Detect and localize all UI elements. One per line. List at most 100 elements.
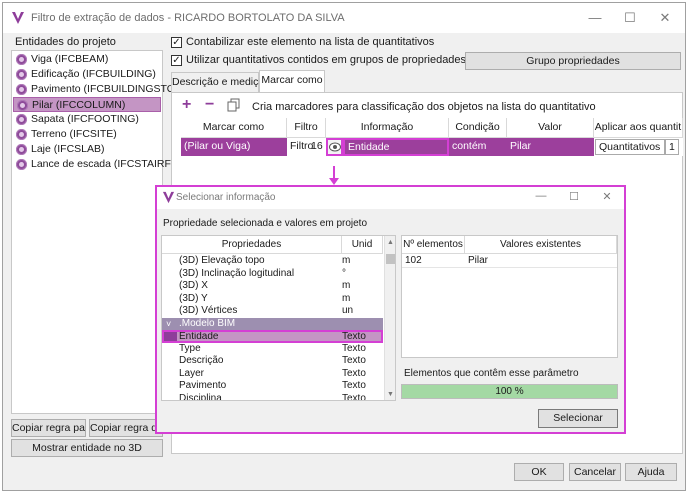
- group-properties-button[interactable]: Grupo propriedades: [465, 52, 681, 70]
- scroll-down-icon[interactable]: ▼: [387, 391, 394, 398]
- entity-label: Laje (IFCSLAB): [31, 143, 105, 155]
- ok-button[interactable]: OK: [514, 463, 564, 481]
- dialog-subtitle: Propriedade selecionada e valores em pro…: [163, 218, 368, 229]
- maximize-button[interactable]: ☐: [621, 9, 639, 27]
- property-name: (3D) Inclinação logitudinal: [179, 267, 295, 279]
- property-name: Type: [179, 342, 201, 354]
- info-picker-button[interactable]: [326, 138, 343, 156]
- mark-as-cell[interactable]: (Pilar ou Viga): [181, 138, 287, 156]
- add-icon[interactable]: +: [182, 97, 196, 113]
- property-row[interactable]: (3D) Inclinação logitudinal °: [162, 268, 383, 281]
- gear-icon: [17, 100, 28, 111]
- marker-description: Cria marcadores para classificação dos o…: [252, 101, 596, 113]
- app-logo-icon: [12, 12, 24, 24]
- dialog-close-button[interactable]: ✕: [600, 190, 614, 203]
- entity-item-viga[interactable]: Viga (IFCBEAM): [13, 52, 161, 67]
- entities-label: Entidades do projeto: [15, 36, 116, 48]
- help-button[interactable]: Ajuda: [625, 463, 677, 481]
- dialog-maximize-button[interactable]: ☐: [567, 190, 581, 203]
- property-unit: Texto: [342, 367, 366, 379]
- property-row[interactable]: Layer Texto: [162, 368, 383, 381]
- app-logo-icon: [162, 191, 175, 204]
- window-title: Filtro de extração de dados - RICARDO BO…: [31, 12, 345, 24]
- entity-label: Viga (IFCBEAM): [31, 53, 109, 65]
- property-unit: m: [342, 292, 351, 304]
- property-name: (3D) X: [179, 280, 208, 291]
- header-properties: Propriedades: [162, 236, 342, 254]
- apply-cell[interactable]: Quantitativos: [595, 139, 665, 155]
- property-row[interactable]: (3D) Vértices un: [162, 305, 383, 318]
- scroll-up-icon[interactable]: ▲: [387, 239, 394, 246]
- entity-label: Terreno (IFCSITE): [31, 128, 117, 140]
- header-filter: Filtro: [287, 118, 326, 138]
- marker-row[interactable]: (Pilar ou Viga) Filtro 16 Entidade conté…: [181, 138, 683, 156]
- header-existing-values: Valores existentes: [465, 236, 617, 254]
- copy-icon[interactable]: [227, 98, 241, 112]
- entity-item-terreno[interactable]: Terreno (IFCSITE): [13, 127, 161, 142]
- property-name: Entidade: [179, 332, 219, 341]
- property-name: (3D) Y: [179, 292, 208, 304]
- header-info: Informação: [326, 118, 449, 138]
- progress-bar: 100 %: [401, 384, 618, 399]
- entity-item-pilar[interactable]: Pilar (IFCCOLUMN): [13, 97, 161, 112]
- groups-checkbox[interactable]: ✓: [171, 55, 182, 66]
- property-unit: m: [342, 255, 351, 266]
- property-unit: Texto: [342, 380, 366, 391]
- property-unit: Texto: [342, 331, 366, 342]
- property-row[interactable]: Type Texto: [162, 343, 383, 356]
- entity-label: Pilar (IFCCOLUMN): [32, 99, 126, 111]
- filter-count: 16: [311, 140, 323, 152]
- gear-icon: [16, 54, 27, 65]
- value-cell[interactable]: Pilar: [507, 138, 594, 156]
- copy-rule-to-button[interactable]: Copiar regra para...: [11, 419, 86, 437]
- gear-icon: [16, 159, 27, 170]
- elements-label: Elementos que contêm esse parâmetro: [404, 368, 579, 379]
- gear-icon: [16, 129, 27, 140]
- count-checkbox[interactable]: ✓: [171, 37, 182, 48]
- property-unit: Texto: [342, 355, 366, 366]
- property-row[interactable]: (3D) X m: [162, 280, 383, 293]
- property-group-row[interactable]: ˅ .Modelo BIM: [162, 317, 383, 331]
- chevron-down-icon[interactable]: ˅: [166, 318, 171, 331]
- entity-item-pavimento[interactable]: Pavimento (IFCBUILDINGSTOREY): [13, 82, 200, 97]
- property-name: Pavimento: [179, 380, 227, 391]
- tab-description[interactable]: Descrição e medição: [171, 72, 270, 92]
- property-row[interactable]: Descrição Texto: [162, 355, 383, 368]
- progress-text: 100 %: [495, 386, 524, 397]
- property-row[interactable]: Pavimento Texto: [162, 380, 383, 393]
- dialog-title: Selecionar informação: [176, 192, 276, 203]
- dialog-minimize-button[interactable]: —: [534, 190, 548, 202]
- entity-item-sapata[interactable]: Sapata (IFCFOOTING): [13, 112, 161, 127]
- info-cell[interactable]: Entidade: [343, 138, 449, 156]
- property-unit: Texto: [342, 342, 366, 354]
- cancel-button[interactable]: Cancelar: [569, 463, 621, 481]
- title-bar: Filtro de extração de dados - RICARDO BO…: [3, 3, 685, 33]
- header-element-count: Nº elementos: [402, 236, 465, 254]
- dialog-title-bar: Selecionar informação — ☐ ✕: [157, 187, 624, 209]
- property-row[interactable]: Disciplina Texto: [162, 393, 383, 401]
- entity-item-edificacao[interactable]: Edificação (IFCBUILDING): [13, 67, 161, 82]
- tab-mark-as[interactable]: Marcar como: [259, 70, 325, 92]
- gear-icon: [16, 114, 27, 125]
- entity-item-laje[interactable]: Laje (IFCSLAB): [13, 142, 161, 157]
- property-name: (3D) Vértices: [179, 305, 238, 316]
- close-button[interactable]: ✕: [656, 9, 674, 27]
- gear-icon: [16, 84, 27, 95]
- remove-icon[interactable]: −: [205, 97, 219, 113]
- show-3d-button[interactable]: Mostrar entidade no 3D: [11, 439, 163, 457]
- properties-grid: Propriedades Unid (3D) Elevação topo m (3…: [161, 235, 396, 401]
- property-row[interactable]: (3D) Y m: [162, 293, 383, 306]
- minimize-button[interactable]: —: [586, 9, 604, 27]
- condition-cell[interactable]: contém: [449, 138, 507, 156]
- eye-icon: [329, 142, 341, 152]
- copy-rule-from-button[interactable]: Copiar regra de...: [89, 419, 163, 437]
- value-row[interactable]: 102 Pilar: [402, 254, 617, 268]
- scroll-thumb[interactable]: [386, 254, 395, 264]
- property-row-selected[interactable]: Entidade Texto: [162, 330, 383, 343]
- property-row[interactable]: (3D) Elevação topo m: [162, 255, 383, 268]
- properties-scrollbar[interactable]: ▲ ▼: [384, 236, 395, 400]
- select-button[interactable]: Selecionar: [538, 409, 618, 428]
- header-unit: Unid: [342, 236, 383, 254]
- entity-item-lance-escada[interactable]: Lance de escada (IFCSTAIRFLIGHT): [13, 157, 205, 172]
- main-window: Filtro de extração de dados - RICARDO BO…: [2, 2, 686, 491]
